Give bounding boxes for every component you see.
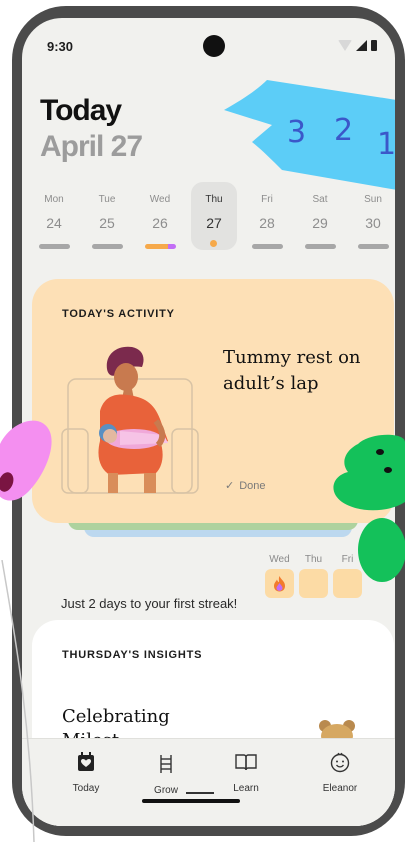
day-number: 28 — [259, 215, 275, 231]
tab-label: Grow — [154, 785, 178, 796]
home-indicator[interactable] — [142, 799, 240, 803]
camera-cutout — [203, 35, 225, 57]
check-icon: ✓ — [225, 480, 235, 492]
activity-heading: TODAY'S ACTIVITY — [62, 308, 175, 320]
day-name: Tue — [98, 194, 116, 205]
day-name: Sat — [312, 194, 328, 205]
streak-day-label: Wed — [269, 554, 290, 565]
done-label: Done — [239, 480, 266, 492]
streak-box-filled — [265, 569, 294, 598]
tab-label: Eleanor — [322, 783, 358, 794]
day-mon[interactable]: Mon 24 — [31, 182, 77, 254]
day-wed[interactable]: Wed 26 — [137, 182, 183, 254]
insight-title: Celebrating — [62, 706, 170, 727]
day-number: 24 — [46, 215, 62, 231]
tab-label: Today — [72, 783, 100, 794]
flag-number-3: 3 — [287, 115, 306, 150]
ladder-icon — [160, 755, 172, 773]
countdown-flag: 3 2 1 — [224, 80, 395, 190]
flag-number-1: 1 — [377, 127, 395, 162]
page-date: April 27 — [40, 130, 143, 163]
green-blob-decoration — [333, 434, 405, 582]
smiley-icon — [330, 752, 350, 773]
day-progress-bar — [39, 244, 70, 249]
day-number: 25 — [99, 215, 115, 231]
calendar-heart-icon — [78, 752, 94, 771]
tab-eleanor[interactable]: Eleanor — [305, 751, 375, 794]
tab-learn[interactable]: Learn — [211, 751, 281, 794]
day-thu-selected[interactable]: Thu 27 — [191, 182, 237, 250]
tab-today[interactable]: Today — [51, 751, 121, 794]
streak-day-thu: Thu — [299, 554, 328, 598]
bottom-tab-bar: Today Grow Learn Eleanor — [22, 738, 395, 826]
day-number: 30 — [365, 215, 381, 231]
day-name: Sun — [364, 194, 382, 205]
page-title: Today — [40, 94, 122, 127]
parent-baby-illustration — [61, 346, 199, 494]
app-screen: 9:30 Today April 27 3 2 1 Mon 24 Tue 25 … — [22, 18, 395, 826]
status-icons — [338, 40, 377, 51]
signal-icon — [356, 40, 367, 51]
activity-done-status[interactable]: ✓ Done — [225, 479, 266, 492]
day-sat[interactable]: Sat 29 — [297, 182, 343, 254]
streak-day-wed: Wed — [265, 554, 294, 598]
day-fri[interactable]: Fri 28 — [244, 182, 290, 254]
streak-message: Just 2 days to your first streak! — [61, 596, 238, 611]
tab-label: Learn — [233, 783, 259, 794]
book-icon — [235, 754, 257, 771]
day-tue[interactable]: Tue 25 — [84, 182, 130, 254]
day-name: Thu — [205, 194, 223, 205]
wifi-icon — [338, 40, 352, 51]
streak-box-empty — [299, 569, 328, 598]
day-progress-bar — [145, 244, 176, 249]
week-strip: Mon 24 Tue 25 Wed 26 Thu 27 Fri 28 Sat 2… — [30, 182, 395, 272]
day-number: 29 — [312, 215, 328, 231]
activity-title: Tummy rest on adult’s lap — [223, 347, 361, 394]
tab-grow[interactable]: Grow — [131, 753, 201, 796]
day-name: Mon — [44, 194, 64, 205]
day-progress-bar — [92, 244, 123, 249]
today-dot — [210, 240, 217, 247]
pink-blob-decoration — [0, 420, 52, 501]
thread-decoration — [1, 560, 35, 842]
day-number: 26 — [152, 215, 168, 231]
day-name: Wed — [149, 194, 171, 205]
flame-icon — [274, 576, 285, 592]
day-number: 27 — [206, 215, 222, 231]
streak-day-label: Thu — [304, 554, 323, 565]
day-sun[interactable]: Sun 30 — [350, 182, 395, 254]
status-time: 9:30 — [47, 39, 74, 54]
day-progress-bar — [252, 244, 283, 249]
battery-icon — [371, 40, 377, 51]
flag-number-2: 2 — [334, 113, 353, 148]
day-progress-bar — [358, 244, 389, 249]
insights-heading: THURSDAY'S INSIGHTS — [62, 649, 203, 661]
day-progress-bar — [305, 244, 336, 249]
day-name: Fri — [261, 194, 273, 205]
tab-active-underline — [186, 792, 214, 794]
